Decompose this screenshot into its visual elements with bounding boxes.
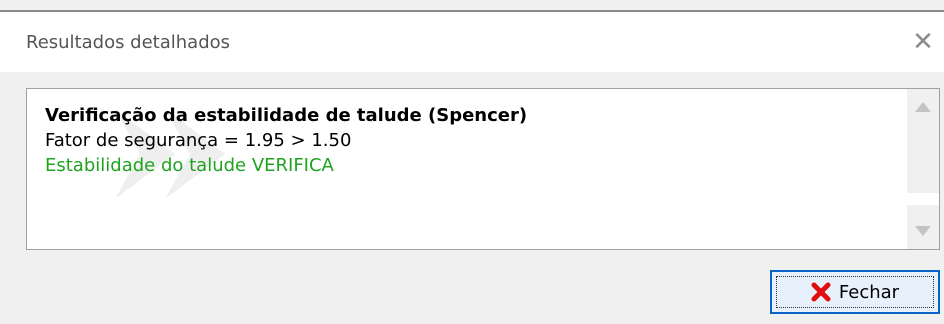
results-textbox[interactable]: Verificação da estabilidade de talude (S…	[26, 88, 940, 250]
results-dialog: Resultados detalhados ✕ Verificação da e…	[0, 0, 944, 324]
close-icon[interactable]: ✕	[910, 29, 936, 55]
vertical-scrollbar[interactable]	[907, 89, 939, 249]
red-x-icon	[811, 282, 831, 302]
close-button[interactable]: Fechar	[770, 270, 940, 314]
close-button-focus: Fechar	[776, 276, 934, 308]
safety-factor-line: Fator de segurança = 1.95 > 1.50	[45, 130, 352, 151]
scroll-down-arrow-icon[interactable]	[907, 213, 939, 249]
text-area-gap	[27, 197, 911, 207]
results-content: Verificação da estabilidade de talude (S…	[45, 103, 527, 178]
scrollbar-gap	[907, 193, 939, 205]
dialog-title: Resultados detalhados	[26, 32, 231, 53]
scroll-up-arrow-icon[interactable]	[907, 89, 939, 125]
stability-status-line: Estabilidade do talude VERIFICA	[45, 155, 334, 176]
result-heading: Verificação da estabilidade de talude (S…	[45, 105, 528, 126]
close-button-label: Fechar	[838, 281, 900, 303]
title-bar: Resultados detalhados ✕	[0, 12, 944, 72]
